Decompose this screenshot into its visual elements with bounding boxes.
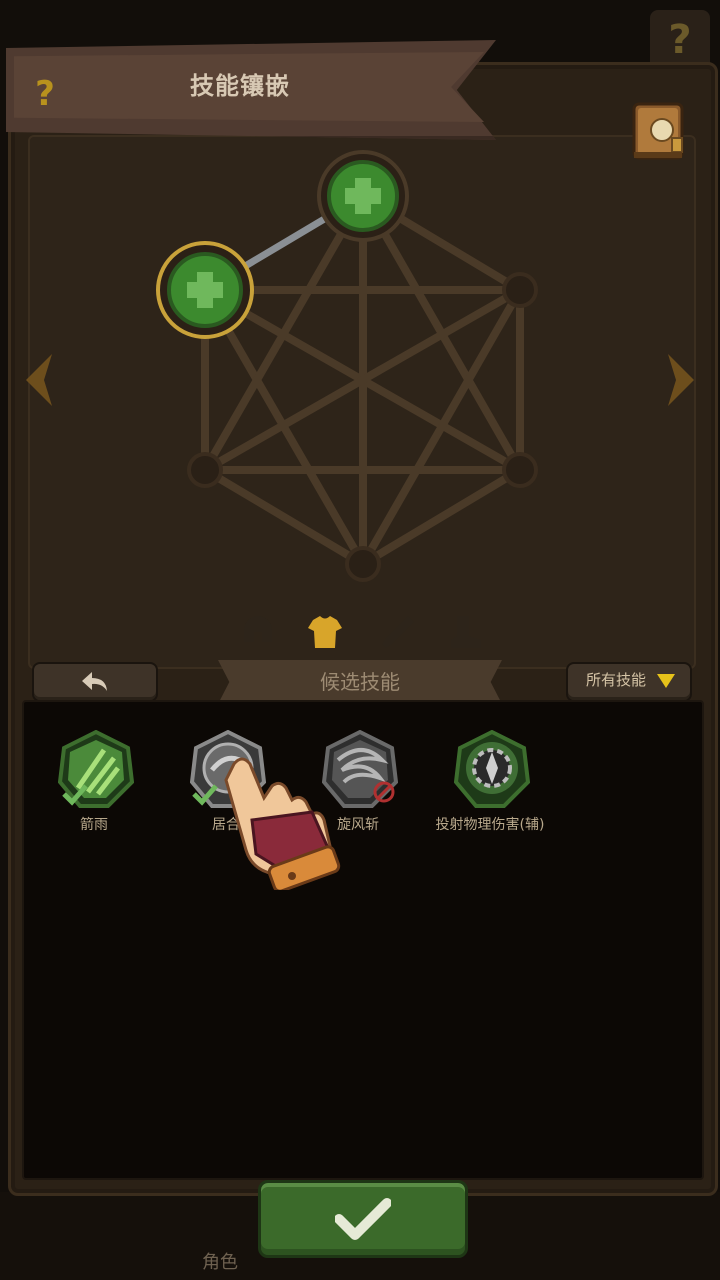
page-title: 技能镶嵌 [190,72,290,100]
skill-constellation [156,150,538,582]
arrow-rain-icon [58,730,134,808]
back-button[interactable] [32,662,158,702]
add-slot-left-selected[interactable] [156,241,254,339]
background-help-icon: ? [650,10,710,70]
confirm-button[interactable] [258,1180,468,1258]
back-arrow-icon [82,672,107,691]
candidate-skills-label: 候选技能 [320,670,400,694]
skill-item-projectile-physical-damage[interactable]: 投射物理伤害(辅) [430,730,550,840]
armor-tab-icon[interactable] [305,612,345,652]
add-slot-top[interactable] [317,150,409,242]
skill-name: 投射物理伤害(辅) [435,817,545,833]
checkmark-icon [335,1198,391,1240]
nav-item-character-label[interactable]: 角色 [190,1248,250,1274]
skill-book-icon[interactable] [626,98,690,164]
prev-arrow-icon[interactable] [18,350,58,410]
skill-filter-label[interactable]: 所有技能 [574,662,658,698]
gear-projectile-icon [454,730,530,808]
helmet-tab-icon[interactable] [238,612,278,652]
caret-down-icon [657,674,675,688]
tutorial-hand-pointer-icon [224,757,341,890]
boots-tab-icon[interactable] [445,612,485,652]
weapon-tab-icon[interactable] [378,612,418,652]
help-button[interactable]: ? [28,74,62,114]
constellation-links [201,192,524,568]
next-arrow-icon[interactable] [662,350,702,410]
